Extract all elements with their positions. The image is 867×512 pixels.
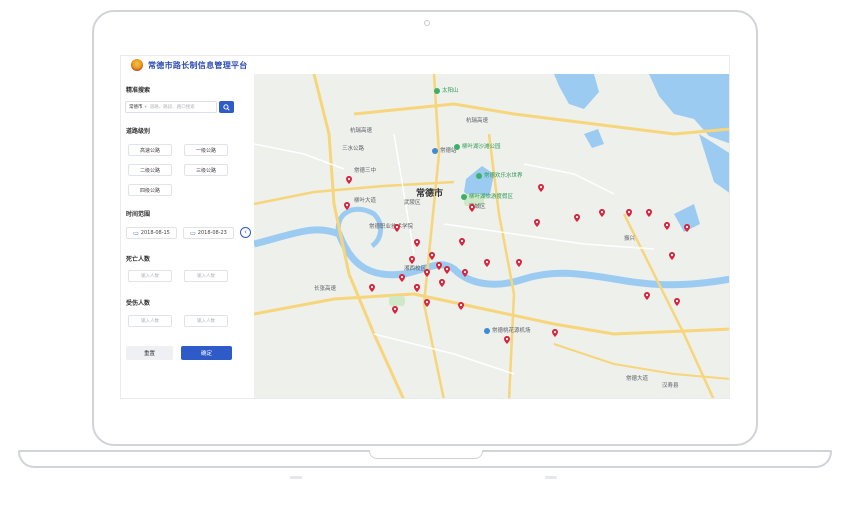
accident-pin-icon[interactable] (574, 214, 580, 222)
app-screen: 常德市路长制信息管理平台 精准搜索 常德市 ▾ 道路、路段、路口搜索 道路级别 … (120, 55, 730, 399)
accident-pin-icon[interactable] (346, 176, 352, 184)
accident-pin-icon[interactable] (626, 209, 632, 217)
accident-pin-icon[interactable] (664, 222, 670, 230)
accident-pin-icon[interactable] (429, 252, 435, 260)
accident-pin-icon[interactable] (409, 256, 415, 264)
accident-pin-icon[interactable] (414, 239, 420, 247)
filter-sidebar: 精准搜索 常德市 ▾ 道路、路段、路口搜索 道路级别 高速公路 一级公路 二级公… (121, 74, 255, 398)
end-date-value: 2018-08-23 (197, 230, 227, 236)
accident-pin-icon[interactable] (369, 284, 375, 292)
accident-pin-icon[interactable] (674, 298, 680, 306)
map-label-happy-world: 常德欢乐水世界 (476, 171, 523, 179)
map-label-changde-road: 常德大道 (626, 376, 649, 382)
map-label-station: 常德站 (432, 146, 457, 154)
camera-icon (424, 20, 430, 26)
map-label-taiyangshan: 太阳山 (434, 86, 459, 94)
map-label-liuye-scenic: 柳叶湖旅游度假区 (461, 192, 513, 200)
map-label-airport: 常德桃花源机场 (484, 326, 531, 334)
chevron-left-icon: ‹ (244, 228, 247, 236)
train-station-icon (432, 147, 438, 154)
laptop-foot (545, 476, 557, 479)
accident-pin-icon[interactable] (644, 292, 650, 300)
map-label-liuye-road: 柳叶大道 (354, 198, 377, 204)
accident-pin-icon[interactable] (399, 274, 405, 282)
injuries-min-input[interactable]: 输入人数 (128, 315, 172, 327)
deaths-min-input[interactable]: 输入人数 (128, 270, 172, 282)
app-header: 常德市路长制信息管理平台 (121, 56, 729, 75)
accident-pin-icon[interactable] (436, 262, 442, 270)
map-label-sanshui-road: 三水公路 (342, 146, 365, 152)
map-label-liuyehu-park: 柳叶湖沙滩公园 (454, 142, 501, 150)
accident-pin-icon[interactable] (552, 329, 558, 337)
calendar-icon: ▭ (133, 229, 139, 237)
deaths-title: 死亡人数 (126, 256, 151, 263)
map-label-expressway-c: 长张高速 (314, 286, 337, 292)
accident-pin-icon[interactable] (444, 266, 450, 274)
road-level-highway[interactable]: 高速公路 (128, 144, 172, 156)
accident-pin-icon[interactable] (414, 284, 420, 292)
park-poi-icon (476, 172, 482, 179)
airport-icon (484, 327, 490, 334)
accident-pin-icon[interactable] (538, 184, 544, 192)
map-label-hanshou: 汉寿县 (662, 383, 679, 389)
accident-pin-icon[interactable] (469, 204, 475, 212)
road-level-title: 道路级别 (126, 128, 151, 135)
accident-pin-icon[interactable] (646, 209, 652, 217)
map-label-expressway-b: 杭瑞高速 (466, 118, 489, 124)
accident-pin-icon[interactable] (684, 224, 690, 232)
search-placeholder: 道路、路段、路口搜索 (149, 105, 195, 110)
search-section-title: 精准搜索 (126, 87, 151, 94)
accident-pin-icon[interactable] (669, 252, 675, 260)
mountain-poi-icon (434, 87, 440, 94)
park-poi-icon (454, 143, 460, 150)
map-label-tech-school: 常德职业技术学院 (369, 224, 414, 230)
injuries-max-input[interactable]: 输入人数 (184, 315, 228, 327)
collapse-sidebar-button[interactable]: ‹ (240, 227, 251, 238)
accident-pin-icon[interactable] (458, 302, 464, 310)
accident-pin-icon[interactable] (459, 238, 465, 246)
map-label-medical-school: 湘西校区 (404, 266, 427, 272)
map-base-layer (254, 74, 729, 398)
reset-button[interactable]: 重置 (126, 346, 173, 360)
map-label-zhenxing: 振兴 (624, 236, 636, 242)
accident-map[interactable]: 常德市 武陵区 鼎城区 汉寿县 杭瑞高速 杭瑞高速 长张高速 柳叶大道 常德三中… (254, 74, 729, 398)
search-input[interactable]: 常德市 ▾ 道路、路段、路口搜索 (125, 101, 217, 113)
chevron-down-icon[interactable]: ▾ (145, 105, 147, 110)
accident-pin-icon[interactable] (599, 209, 605, 217)
end-date-picker[interactable]: ▭ 2018-08-23 (183, 227, 234, 239)
calendar-icon: ▭ (190, 229, 196, 237)
road-level-second-class[interactable]: 二级公路 (128, 164, 172, 176)
accident-pin-icon[interactable] (504, 336, 510, 344)
accident-pin-icon[interactable] (534, 219, 540, 227)
accident-pin-icon[interactable] (516, 259, 522, 267)
app-title: 常德市路长制信息管理平台 (148, 60, 248, 70)
accident-pin-icon[interactable] (392, 306, 398, 314)
map-label-sanzhong: 常德三中 (354, 168, 377, 174)
accident-pin-icon[interactable] (424, 299, 430, 307)
search-button[interactable] (219, 101, 234, 113)
laptop-foot (290, 476, 302, 479)
start-date-value: 2018-08-15 (140, 230, 170, 236)
laptop-notch (369, 450, 483, 459)
road-level-fourth-class[interactable]: 四级公路 (128, 184, 172, 196)
accident-pin-icon[interactable] (462, 269, 468, 277)
accident-pin-icon[interactable] (424, 269, 430, 277)
injuries-title: 受伤人数 (126, 300, 151, 307)
confirm-button[interactable]: 确定 (181, 346, 232, 360)
map-label-expressway-a: 杭瑞高速 (350, 128, 373, 134)
police-badge-logo-icon (131, 59, 143, 71)
road-level-first-class[interactable]: 一级公路 (184, 144, 228, 156)
accident-pin-icon[interactable] (344, 202, 350, 210)
time-range-title: 时间范围 (126, 211, 151, 218)
map-label-wuling: 武陵区 (404, 200, 421, 206)
search-city[interactable]: 常德市 (129, 104, 143, 110)
start-date-picker[interactable]: ▭ 2018-08-15 (126, 227, 177, 239)
accident-pin-icon[interactable] (394, 224, 400, 232)
accident-pin-icon[interactable] (439, 279, 445, 287)
deaths-max-input[interactable]: 输入人数 (184, 270, 228, 282)
search-icon (223, 103, 230, 111)
scenic-poi-icon (461, 193, 467, 200)
accident-pin-icon[interactable] (484, 259, 490, 267)
road-level-third-class[interactable]: 三级公路 (184, 164, 228, 176)
